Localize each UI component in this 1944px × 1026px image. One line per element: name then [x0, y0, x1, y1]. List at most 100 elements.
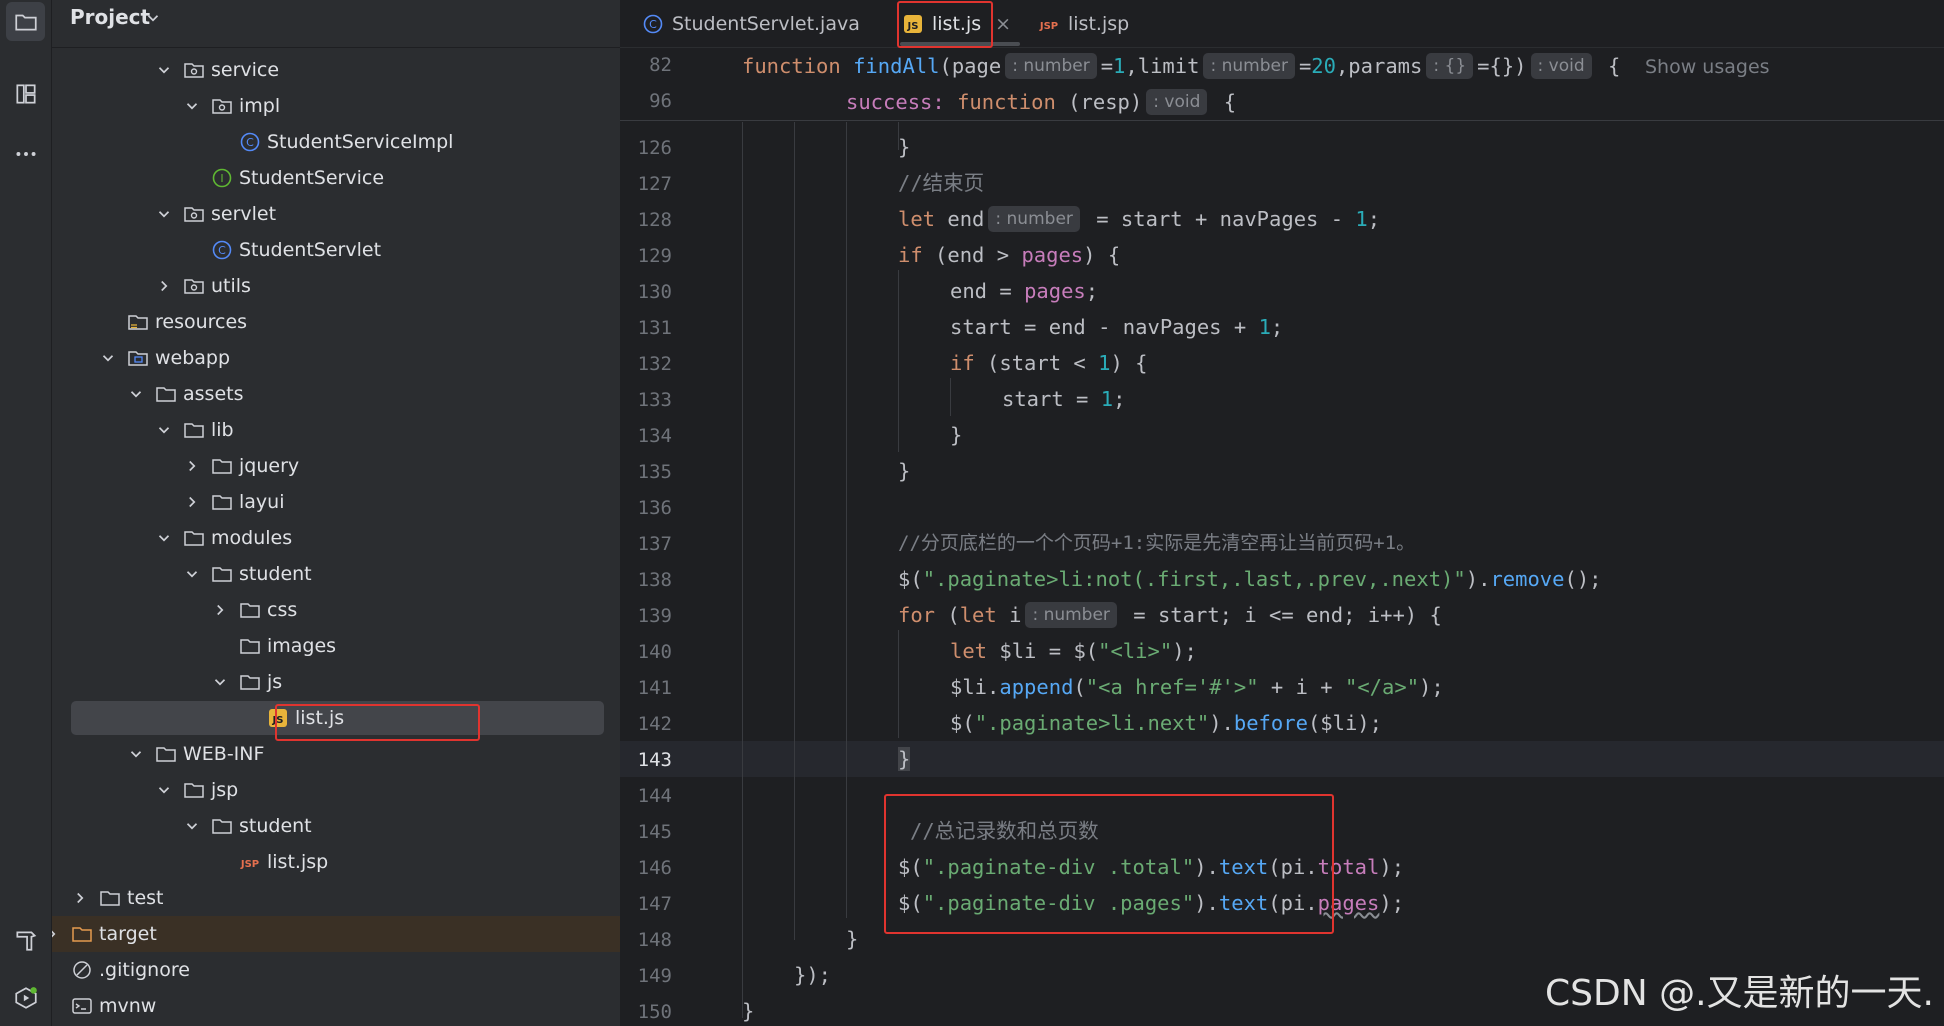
- structure-tool-button[interactable]: [6, 74, 45, 113]
- package-icon: [183, 275, 205, 297]
- class-icon: C: [643, 14, 663, 33]
- line-number: 133: [637, 389, 672, 411]
- tree-item-resources[interactable]: resources: [52, 304, 620, 340]
- more-tools-button[interactable]: [6, 134, 45, 173]
- tree-item-jquery[interactable]: jquery: [52, 448, 620, 484]
- code-token: (: [1073, 675, 1086, 699]
- tree-item-label: jquery: [239, 455, 300, 477]
- type-hint: : void: [1530, 53, 1592, 79]
- chevron-down-icon[interactable]: [183, 817, 201, 835]
- chevron-right-icon[interactable]: [183, 493, 201, 511]
- tree-item-servlet[interactable]: servlet: [52, 196, 620, 232]
- interface-icon: I: [211, 167, 233, 189]
- code-token: ;: [1113, 387, 1126, 411]
- chevron-right-icon[interactable]: [155, 277, 173, 295]
- tab-studentservlet-java[interactable]: C StudentServlet.java: [642, 0, 860, 47]
- tree-item-mvnw[interactable]: mvnw: [52, 988, 620, 1024]
- project-title[interactable]: Project: [70, 5, 150, 29]
- chevron-down-icon[interactable]: [127, 745, 145, 763]
- code-line-127[interactable]: //结束页: [898, 165, 984, 201]
- tree-item-utils[interactable]: utils: [52, 268, 620, 304]
- tab-close-icon[interactable]: ×: [995, 13, 1011, 35]
- code-line-150[interactable]: }: [742, 993, 754, 1026]
- build-tool-button[interactable]: [6, 920, 45, 959]
- tab-list-jsp[interactable]: JSP list.jsp: [1038, 0, 1129, 47]
- editor-tab-bar: C StudentServlet.java JS list.js × JSP l…: [620, 0, 1944, 48]
- chevron-right-icon[interactable]: [183, 457, 201, 475]
- tree-item-label: lib: [211, 419, 234, 441]
- code-line-134[interactable]: }: [950, 417, 962, 453]
- code-line-131[interactable]: start = end - navPages + 1;: [950, 309, 1283, 345]
- tree-item-css[interactable]: css: [52, 592, 620, 628]
- code-line-148[interactable]: }: [846, 921, 858, 957]
- code-line-96[interactable]: success: function (resp): void {: [846, 84, 1236, 120]
- tree-item-lib[interactable]: lib: [52, 412, 620, 448]
- chevron-right-icon[interactable]: [71, 889, 89, 907]
- code-line-82[interactable]: function findAll(page: number =1,limit: n…: [742, 48, 1770, 84]
- code-line-126[interactable]: }: [898, 129, 910, 165]
- highlight-box-code: [884, 794, 1334, 934]
- code-line-137[interactable]: //分页底栏的一个个页码+1:实际是先清空再让当前页码+1。: [898, 525, 1415, 561]
- chevron-down-icon[interactable]: [183, 565, 201, 583]
- tree-item-student[interactable]: student: [52, 808, 620, 844]
- chevron-down-icon[interactable]: [211, 673, 229, 691]
- tree-item-webapp[interactable]: webapp: [52, 340, 620, 376]
- tree-item-layui[interactable]: layui: [52, 484, 620, 520]
- code-editor[interactable]: C StudentServlet.java JS list.js × JSP l…: [620, 0, 1944, 1026]
- code-line-129[interactable]: if (end > pages) {: [898, 237, 1120, 273]
- tree-item-assets[interactable]: assets: [52, 376, 620, 412]
- tree-item-service[interactable]: service: [52, 52, 620, 88]
- tree-item-target[interactable]: target: [52, 916, 620, 952]
- tree-item-studentserviceimpl[interactable]: C StudentServiceImpl: [52, 124, 620, 160]
- chevron-down-icon[interactable]: [155, 421, 173, 439]
- chevron-down-icon[interactable]: [127, 385, 145, 403]
- chevron-down-icon[interactable]: [183, 97, 201, 115]
- code-token: (start <: [974, 351, 1099, 375]
- current-line-highlight: [620, 741, 1944, 777]
- tree-item-studentservice[interactable]: I StudentService: [52, 160, 620, 196]
- code-line-149[interactable]: });: [794, 957, 831, 993]
- tree-item-jsp[interactable]: jsp: [52, 772, 620, 808]
- code-line-135[interactable]: }: [898, 453, 910, 489]
- tree-item-gitignore[interactable]: .gitignore: [52, 952, 620, 988]
- tree-item-impl[interactable]: impl: [52, 88, 620, 124]
- code-line-141[interactable]: $li.append("<a href='#'>" + i + "</a>");: [950, 669, 1444, 705]
- code-line-143[interactable]: }: [898, 741, 911, 777]
- code-line-128[interactable]: let end: number = start + navPages - 1;: [898, 201, 1380, 237]
- chevron-down-icon[interactable]: [155, 529, 173, 547]
- code-token: function: [957, 90, 1056, 114]
- code-token: 1: [1113, 54, 1126, 78]
- tree-item-web-inf[interactable]: WEB-INF: [52, 736, 620, 772]
- tree-item-js[interactable]: js: [52, 664, 620, 700]
- tree-item-list-jsp[interactable]: JSP list.jsp: [52, 844, 620, 880]
- line-number: 141: [637, 677, 672, 699]
- code-line-133[interactable]: start = 1;: [1002, 381, 1125, 417]
- chevron-right-icon[interactable]: [52, 925, 61, 943]
- folder-icon: [155, 383, 177, 405]
- tree-item-test[interactable]: test: [52, 880, 620, 916]
- line-number: 82: [649, 54, 672, 76]
- code-line-138[interactable]: $(".paginate>li:not(.first,.last,.prev,.…: [898, 561, 1602, 597]
- tree-item-student[interactable]: student: [52, 556, 620, 592]
- chevron-down-icon[interactable]: [155, 781, 173, 799]
- tree-item-modules[interactable]: modules: [52, 520, 620, 556]
- project-tool-button[interactable]: [6, 2, 45, 41]
- code-line-142[interactable]: $(".paginate>li.next").before($li);: [950, 705, 1382, 741]
- tree-item-images[interactable]: images: [52, 628, 620, 664]
- chevron-down-icon[interactable]: [155, 205, 173, 223]
- code-line-132[interactable]: if (start < 1) {: [950, 345, 1147, 381]
- show-usages-link[interactable]: Show usages: [1645, 56, 1770, 78]
- services-tool-button[interactable]: [6, 978, 45, 1017]
- code-line-139[interactable]: for (let i: number = start; i <= end; i+…: [898, 597, 1442, 633]
- code-line-140[interactable]: let $li = $("<li>");: [950, 633, 1197, 669]
- chevron-down-icon[interactable]: [155, 61, 173, 79]
- chevron-down-icon[interactable]: [99, 349, 117, 367]
- watermark: CSDN @.又是新的一天.: [1545, 973, 1934, 1014]
- tree-item-studentservlet[interactable]: C StudentServlet: [52, 232, 620, 268]
- folder-icon: [99, 887, 121, 909]
- chevron-right-icon[interactable]: [211, 601, 229, 619]
- chevron-down-icon[interactable]: [144, 9, 162, 27]
- code-line-130[interactable]: end = pages;: [950, 273, 1098, 309]
- highlight-box-listjs: [275, 704, 480, 741]
- folder-icon: [155, 743, 177, 765]
